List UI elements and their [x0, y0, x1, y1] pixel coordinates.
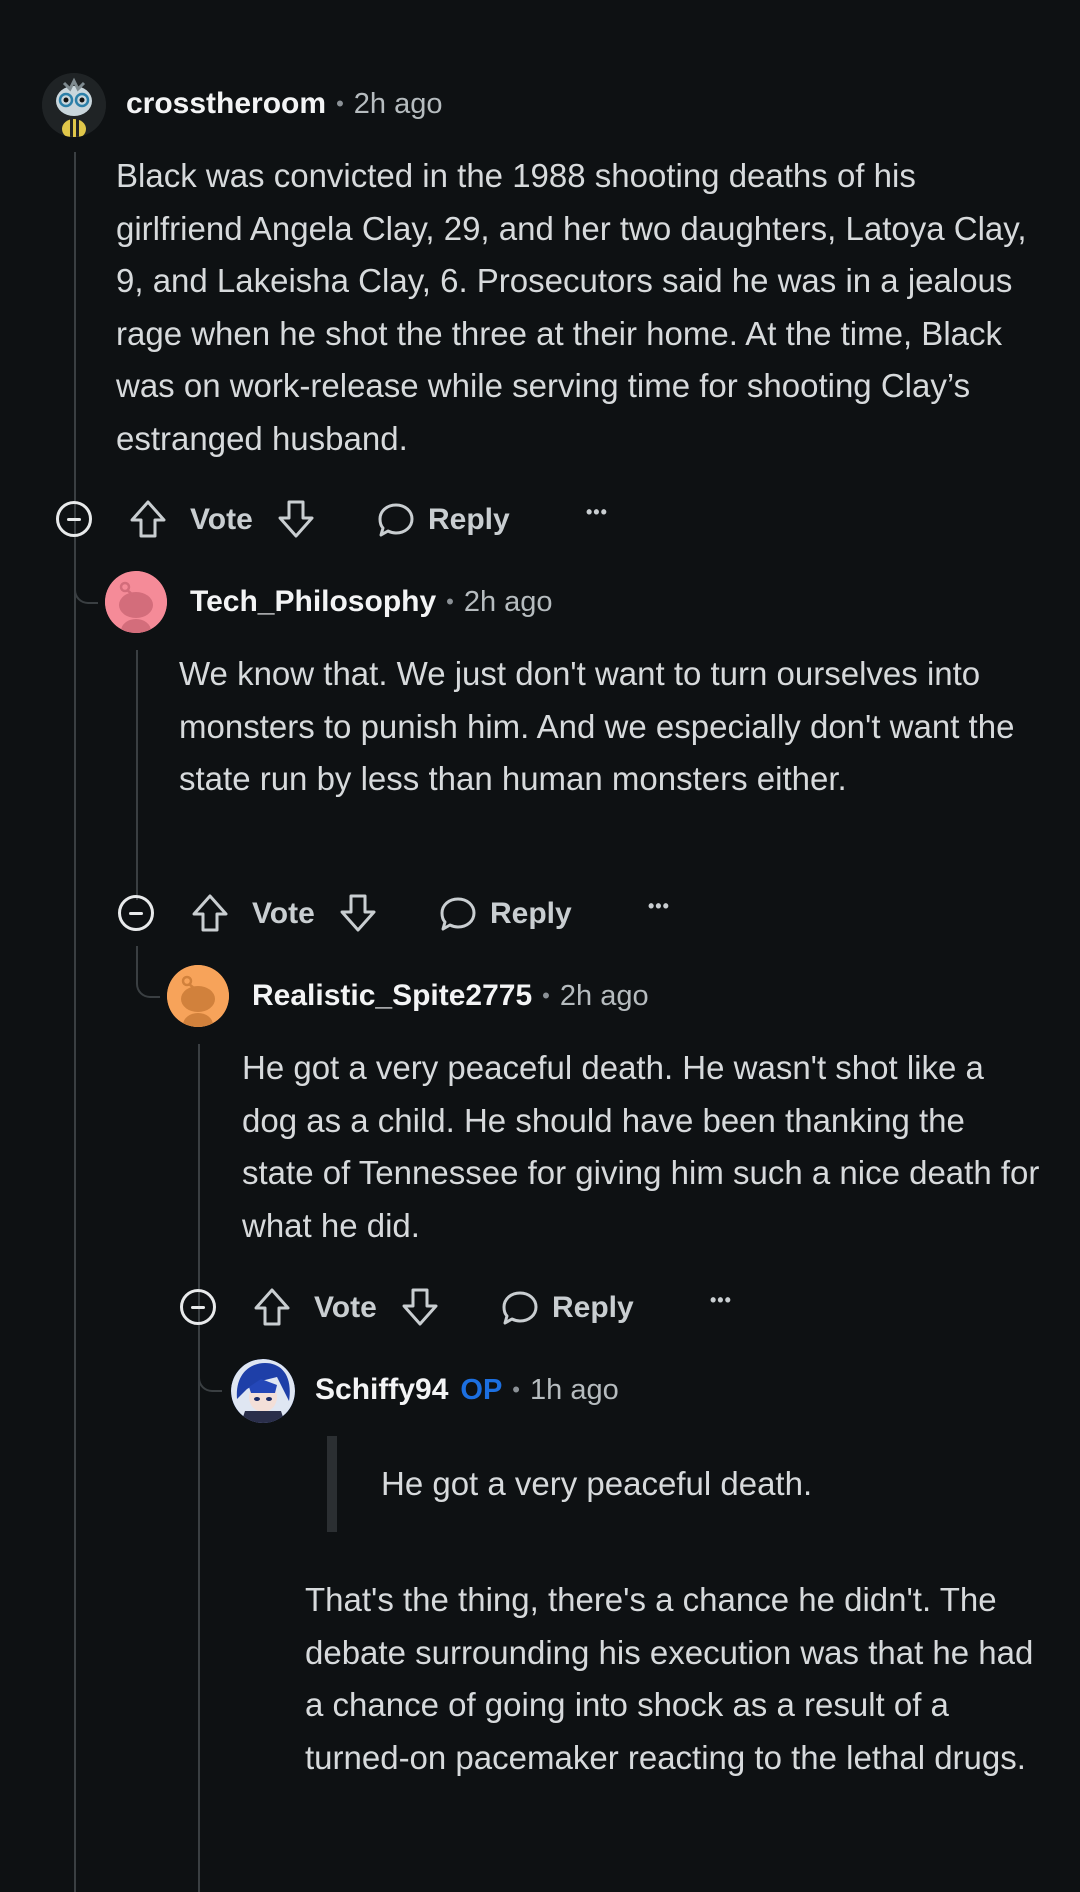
collapse-thread-button[interactable] — [118, 895, 154, 931]
snoo-avatar-icon — [167, 965, 229, 1027]
upvote-button[interactable] — [252, 1286, 292, 1328]
downvote-arrow-icon — [278, 500, 314, 538]
thread-elbow — [74, 552, 98, 604]
meta-separator: • — [446, 589, 454, 614]
comment-meta: crosstheroom • 2h ago — [126, 84, 442, 124]
more-options-button[interactable]: ••• — [710, 1290, 732, 1311]
blockquote: He got a very peaceful death. — [327, 1436, 812, 1532]
more-options-button[interactable]: ••• — [648, 896, 670, 917]
reply-bubble-icon — [440, 897, 476, 931]
username[interactable]: Tech_Philosophy — [190, 585, 436, 619]
quote-text: He got a very peaceful death. — [381, 1465, 813, 1502]
comment-body: Black was convicted in the 1988 shooting… — [116, 157, 1027, 457]
comment-meta: Schiffy94 OP • 1h ago — [315, 1370, 619, 1410]
avatar[interactable] — [167, 965, 229, 1027]
vote-label: Vote — [252, 897, 315, 930]
comment-meta: Tech_Philosophy • 2h ago — [190, 582, 553, 622]
reply-label: Reply — [490, 897, 572, 930]
reply-button[interactable]: Reply — [438, 894, 572, 934]
op-badge: OP — [460, 1373, 503, 1406]
downvote-arrow-icon — [402, 1288, 438, 1326]
downvote-button[interactable] — [400, 1286, 440, 1328]
thread-line — [136, 650, 138, 900]
timestamp: 1h ago — [530, 1373, 619, 1406]
upvote-button[interactable] — [190, 892, 230, 934]
downvote-button[interactable] — [338, 892, 378, 934]
downvote-arrow-icon — [340, 894, 376, 932]
comment-meta: Realistic_Spite2775 • 2h ago — [252, 976, 649, 1016]
meta-separator: • — [512, 1377, 520, 1402]
upvote-arrow-icon — [254, 1288, 290, 1326]
upvote-button[interactable] — [128, 498, 168, 540]
reply-label: Reply — [552, 1291, 634, 1324]
reply-button[interactable]: Reply — [376, 500, 510, 540]
thread-line — [198, 1044, 200, 1892]
snoo-avatar-icon — [105, 571, 167, 633]
comment-body: He got a very peaceful death. He wasn't … — [242, 1049, 1040, 1244]
avatar[interactable] — [231, 1359, 295, 1423]
snoo-avatar-icon — [42, 73, 106, 137]
thread-elbow — [198, 1340, 222, 1392]
vote-label: Vote — [314, 1291, 377, 1324]
vote-label: Vote — [190, 503, 253, 536]
thread-line — [74, 152, 76, 500]
meta-separator: • — [336, 91, 344, 116]
collapse-thread-button[interactable] — [180, 1289, 216, 1325]
reply-button[interactable]: Reply — [500, 1288, 634, 1328]
meta-separator: • — [542, 983, 550, 1008]
timestamp: 2h ago — [463, 585, 553, 618]
upvote-arrow-icon — [130, 500, 166, 538]
more-options-button[interactable]: ••• — [586, 502, 608, 523]
reply-label: Reply — [428, 503, 510, 536]
anime-avatar-icon — [231, 1359, 295, 1423]
avatar[interactable] — [42, 73, 106, 137]
comment-body: That's the thing, there's a chance he di… — [305, 1581, 1034, 1776]
timestamp: 2h ago — [353, 87, 443, 120]
avatar[interactable] — [105, 571, 167, 633]
comment-body: We know that. We just don't want to turn… — [179, 655, 1015, 797]
downvote-button[interactable] — [276, 498, 316, 540]
thread-elbow — [136, 946, 160, 998]
username[interactable]: Schiffy94 — [315, 1373, 448, 1407]
collapse-thread-button[interactable] — [56, 501, 92, 537]
reply-bubble-icon — [502, 1291, 538, 1325]
upvote-arrow-icon — [192, 894, 228, 932]
username[interactable]: crosstheroom — [126, 87, 326, 121]
timestamp: 2h ago — [559, 979, 649, 1012]
reply-bubble-icon — [378, 503, 414, 537]
username[interactable]: Realistic_Spite2775 — [252, 979, 532, 1013]
